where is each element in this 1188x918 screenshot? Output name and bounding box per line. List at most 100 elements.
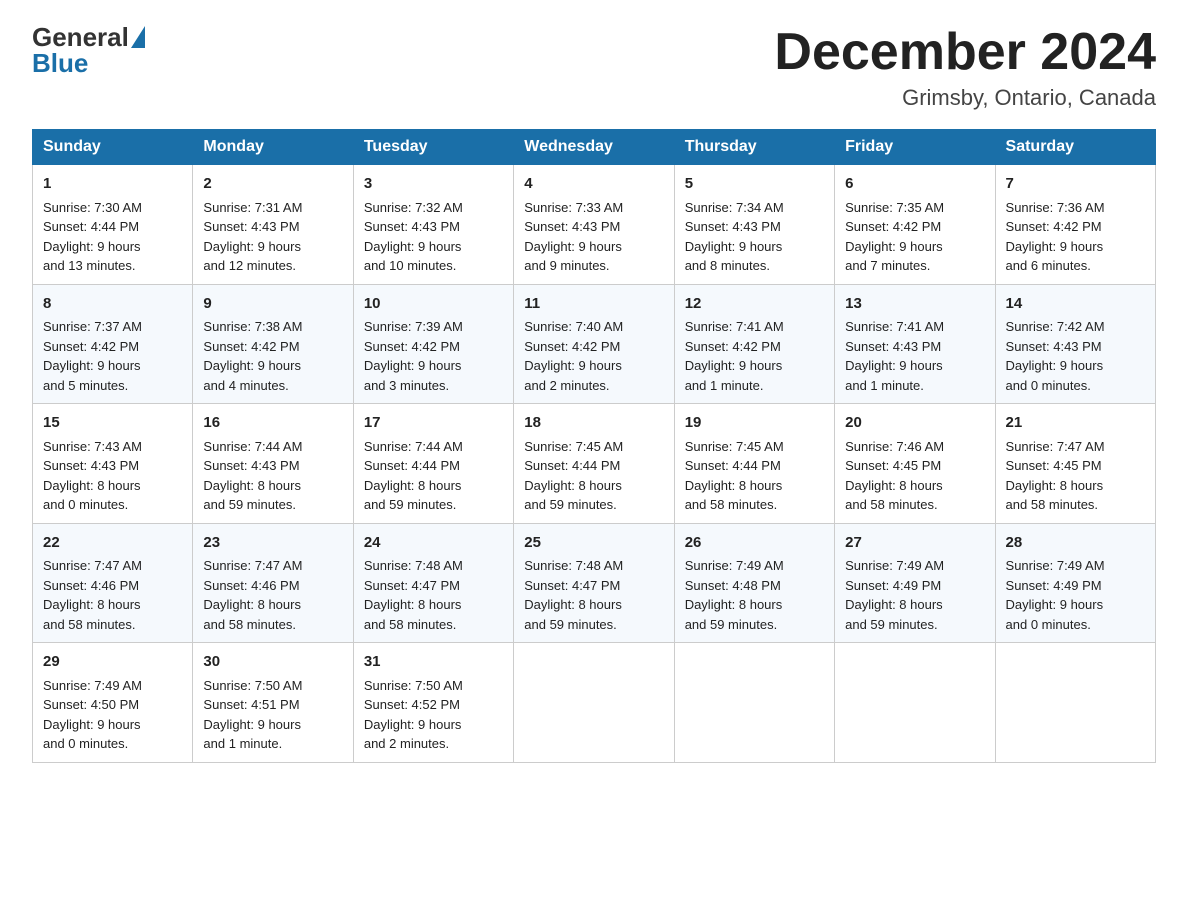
- day-info: Sunrise: 7:42 AMSunset: 4:43 PMDaylight:…: [1006, 317, 1145, 395]
- day-info: Sunrise: 7:33 AMSunset: 4:43 PMDaylight:…: [524, 198, 663, 276]
- day-number: 23: [203, 532, 342, 555]
- day-info: Sunrise: 7:41 AMSunset: 4:42 PMDaylight:…: [685, 317, 824, 395]
- calendar-cell: [514, 643, 674, 763]
- weekday-header-friday: Friday: [835, 130, 995, 165]
- logo-general-text: General: [32, 24, 129, 50]
- logo: General Blue: [32, 24, 147, 79]
- calendar-cell: 19Sunrise: 7:45 AMSunset: 4:44 PMDayligh…: [674, 404, 834, 524]
- weekday-header-row: SundayMondayTuesdayWednesdayThursdayFrid…: [33, 130, 1156, 165]
- calendar-week-row: 1Sunrise: 7:30 AMSunset: 4:44 PMDaylight…: [33, 165, 1156, 285]
- day-number: 4: [524, 173, 663, 196]
- calendar-cell: 14Sunrise: 7:42 AMSunset: 4:43 PMDayligh…: [995, 284, 1155, 404]
- calendar-cell: 2Sunrise: 7:31 AMSunset: 4:43 PMDaylight…: [193, 165, 353, 285]
- calendar-week-row: 8Sunrise: 7:37 AMSunset: 4:42 PMDaylight…: [33, 284, 1156, 404]
- day-info: Sunrise: 7:37 AMSunset: 4:42 PMDaylight:…: [43, 317, 182, 395]
- day-number: 29: [43, 651, 182, 674]
- calendar-cell: 13Sunrise: 7:41 AMSunset: 4:43 PMDayligh…: [835, 284, 995, 404]
- day-info: Sunrise: 7:44 AMSunset: 4:43 PMDaylight:…: [203, 437, 342, 515]
- calendar-cell: 6Sunrise: 7:35 AMSunset: 4:42 PMDaylight…: [835, 165, 995, 285]
- weekday-header-monday: Monday: [193, 130, 353, 165]
- calendar-cell: 7Sunrise: 7:36 AMSunset: 4:42 PMDaylight…: [995, 165, 1155, 285]
- day-info: Sunrise: 7:41 AMSunset: 4:43 PMDaylight:…: [845, 317, 984, 395]
- day-number: 31: [364, 651, 503, 674]
- calendar-cell: 18Sunrise: 7:45 AMSunset: 4:44 PMDayligh…: [514, 404, 674, 524]
- day-info: Sunrise: 7:47 AMSunset: 4:45 PMDaylight:…: [1006, 437, 1145, 515]
- day-info: Sunrise: 7:35 AMSunset: 4:42 PMDaylight:…: [845, 198, 984, 276]
- weekday-header-tuesday: Tuesday: [353, 130, 513, 165]
- calendar-cell: 3Sunrise: 7:32 AMSunset: 4:43 PMDaylight…: [353, 165, 513, 285]
- day-info: Sunrise: 7:38 AMSunset: 4:42 PMDaylight:…: [203, 317, 342, 395]
- logo-triangle-icon: [131, 26, 145, 48]
- day-number: 27: [845, 532, 984, 555]
- day-info: Sunrise: 7:48 AMSunset: 4:47 PMDaylight:…: [524, 556, 663, 634]
- calendar-cell: 8Sunrise: 7:37 AMSunset: 4:42 PMDaylight…: [33, 284, 193, 404]
- day-number: 19: [685, 412, 824, 435]
- day-number: 21: [1006, 412, 1145, 435]
- day-number: 10: [364, 293, 503, 316]
- day-number: 12: [685, 293, 824, 316]
- day-number: 30: [203, 651, 342, 674]
- day-number: 2: [203, 173, 342, 196]
- weekday-header-thursday: Thursday: [674, 130, 834, 165]
- calendar-cell: 29Sunrise: 7:49 AMSunset: 4:50 PMDayligh…: [33, 643, 193, 763]
- day-info: Sunrise: 7:49 AMSunset: 4:50 PMDaylight:…: [43, 676, 182, 754]
- day-info: Sunrise: 7:49 AMSunset: 4:48 PMDaylight:…: [685, 556, 824, 634]
- day-info: Sunrise: 7:34 AMSunset: 4:43 PMDaylight:…: [685, 198, 824, 276]
- day-number: 11: [524, 293, 663, 316]
- month-title: December 2024: [774, 24, 1156, 81]
- day-info: Sunrise: 7:49 AMSunset: 4:49 PMDaylight:…: [1006, 556, 1145, 634]
- calendar-cell: 16Sunrise: 7:44 AMSunset: 4:43 PMDayligh…: [193, 404, 353, 524]
- day-info: Sunrise: 7:49 AMSunset: 4:49 PMDaylight:…: [845, 556, 984, 634]
- day-number: 5: [685, 173, 824, 196]
- day-number: 16: [203, 412, 342, 435]
- day-info: Sunrise: 7:48 AMSunset: 4:47 PMDaylight:…: [364, 556, 503, 634]
- calendar-cell: 21Sunrise: 7:47 AMSunset: 4:45 PMDayligh…: [995, 404, 1155, 524]
- day-number: 6: [845, 173, 984, 196]
- calendar-cell: 1Sunrise: 7:30 AMSunset: 4:44 PMDaylight…: [33, 165, 193, 285]
- calendar-cell: 26Sunrise: 7:49 AMSunset: 4:48 PMDayligh…: [674, 523, 834, 643]
- calendar-cell: 4Sunrise: 7:33 AMSunset: 4:43 PMDaylight…: [514, 165, 674, 285]
- day-info: Sunrise: 7:40 AMSunset: 4:42 PMDaylight:…: [524, 317, 663, 395]
- day-number: 8: [43, 293, 182, 316]
- calendar-cell: 30Sunrise: 7:50 AMSunset: 4:51 PMDayligh…: [193, 643, 353, 763]
- calendar-cell: 17Sunrise: 7:44 AMSunset: 4:44 PMDayligh…: [353, 404, 513, 524]
- calendar-week-row: 15Sunrise: 7:43 AMSunset: 4:43 PMDayligh…: [33, 404, 1156, 524]
- day-info: Sunrise: 7:39 AMSunset: 4:42 PMDaylight:…: [364, 317, 503, 395]
- calendar-cell: 15Sunrise: 7:43 AMSunset: 4:43 PMDayligh…: [33, 404, 193, 524]
- calendar-cell: 20Sunrise: 7:46 AMSunset: 4:45 PMDayligh…: [835, 404, 995, 524]
- day-info: Sunrise: 7:50 AMSunset: 4:51 PMDaylight:…: [203, 676, 342, 754]
- day-info: Sunrise: 7:50 AMSunset: 4:52 PMDaylight:…: [364, 676, 503, 754]
- calendar-cell: [674, 643, 834, 763]
- day-number: 28: [1006, 532, 1145, 555]
- day-number: 20: [845, 412, 984, 435]
- day-info: Sunrise: 7:44 AMSunset: 4:44 PMDaylight:…: [364, 437, 503, 515]
- calendar-cell: 5Sunrise: 7:34 AMSunset: 4:43 PMDaylight…: [674, 165, 834, 285]
- calendar-cell: 25Sunrise: 7:48 AMSunset: 4:47 PMDayligh…: [514, 523, 674, 643]
- day-number: 13: [845, 293, 984, 316]
- calendar-cell: 31Sunrise: 7:50 AMSunset: 4:52 PMDayligh…: [353, 643, 513, 763]
- day-number: 25: [524, 532, 663, 555]
- day-number: 18: [524, 412, 663, 435]
- title-block: December 2024 Grimsby, Ontario, Canada: [774, 24, 1156, 111]
- weekday-header-saturday: Saturday: [995, 130, 1155, 165]
- calendar-cell: 9Sunrise: 7:38 AMSunset: 4:42 PMDaylight…: [193, 284, 353, 404]
- location-subtitle: Grimsby, Ontario, Canada: [774, 85, 1156, 111]
- day-number: 22: [43, 532, 182, 555]
- calendar-cell: 23Sunrise: 7:47 AMSunset: 4:46 PMDayligh…: [193, 523, 353, 643]
- calendar-table: SundayMondayTuesdayWednesdayThursdayFrid…: [32, 129, 1156, 763]
- day-number: 26: [685, 532, 824, 555]
- calendar-cell: 27Sunrise: 7:49 AMSunset: 4:49 PMDayligh…: [835, 523, 995, 643]
- day-info: Sunrise: 7:43 AMSunset: 4:43 PMDaylight:…: [43, 437, 182, 515]
- day-info: Sunrise: 7:45 AMSunset: 4:44 PMDaylight:…: [524, 437, 663, 515]
- day-number: 1: [43, 173, 182, 196]
- calendar-cell: 28Sunrise: 7:49 AMSunset: 4:49 PMDayligh…: [995, 523, 1155, 643]
- day-info: Sunrise: 7:30 AMSunset: 4:44 PMDaylight:…: [43, 198, 182, 276]
- day-number: 14: [1006, 293, 1145, 316]
- day-number: 7: [1006, 173, 1145, 196]
- day-number: 3: [364, 173, 503, 196]
- calendar-cell: 11Sunrise: 7:40 AMSunset: 4:42 PMDayligh…: [514, 284, 674, 404]
- day-number: 24: [364, 532, 503, 555]
- day-info: Sunrise: 7:45 AMSunset: 4:44 PMDaylight:…: [685, 437, 824, 515]
- day-info: Sunrise: 7:31 AMSunset: 4:43 PMDaylight:…: [203, 198, 342, 276]
- logo-blue-text: Blue: [32, 48, 88, 79]
